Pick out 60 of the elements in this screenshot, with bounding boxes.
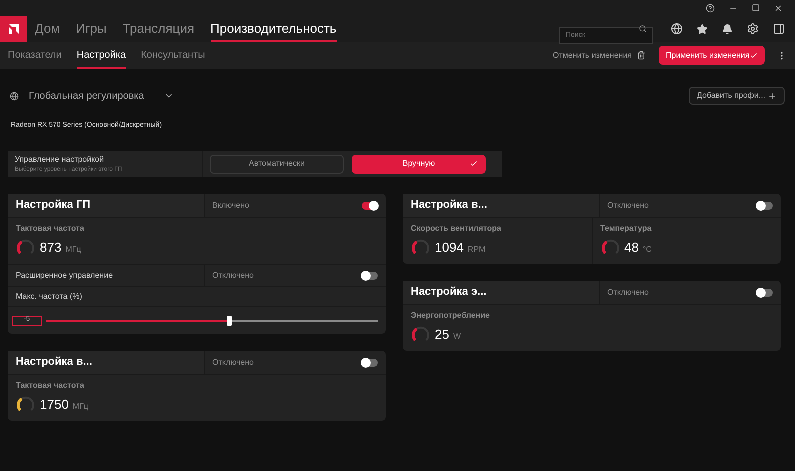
check-icon [470, 160, 478, 168]
toggle-switch[interactable] [362, 272, 378, 280]
toggle-switch[interactable] [757, 288, 773, 296]
nav-tab[interactable]: Трансляция [122, 16, 195, 42]
help-icon[interactable] [706, 4, 715, 12]
globe-icon [10, 92, 19, 100]
card-title: Настройка ГП [16, 198, 91, 214]
card-title: Настройка в... [411, 198, 488, 214]
card-title: Настройка э... [411, 285, 487, 300]
metric-label: Температура [600, 223, 653, 235]
plus-icon [768, 92, 777, 100]
status-label: Отключено [212, 270, 254, 282]
setting-label: Расширенное управление [16, 270, 114, 282]
apply-changes-button[interactable]: Применить изменения [659, 46, 765, 65]
metric-label: Энергопотребление [411, 310, 490, 322]
setting-label: Макс. частота (%) [16, 290, 82, 302]
toggle-switch[interactable] [362, 202, 378, 210]
check-icon [750, 52, 758, 60]
sub-tab[interactable]: Консультанты [141, 42, 206, 69]
metric-value: 1750 [40, 396, 69, 414]
notifications-icon[interactable] [722, 24, 733, 34]
sub-tab[interactable]: Настройка [76, 42, 126, 69]
status-label: Отключено [608, 286, 649, 298]
side-panel-icon[interactable] [773, 23, 785, 35]
metric-unit: °C [642, 244, 652, 256]
status-label: Включено [212, 200, 250, 212]
status-label: Отключено [212, 356, 254, 368]
discard-changes-button[interactable]: Отменить изменения [553, 50, 632, 62]
logo-icon[interactable] [0, 16, 27, 42]
metric-value: 25 [435, 326, 450, 344]
metric-label: Тактовая частота [16, 380, 86, 392]
toggle-switch[interactable] [757, 202, 773, 210]
add-profile-button[interactable]: Добавить профи... [689, 87, 785, 105]
metric-value: 1094 [435, 239, 464, 258]
globe-icon[interactable] [671, 23, 683, 35]
metric-unit: МГц [72, 400, 88, 412]
close-icon[interactable] [774, 4, 783, 12]
profile-dropdown[interactable]: Глобальная регулировка [10, 88, 174, 104]
status-label: Отключено [608, 200, 649, 212]
metric-value: 873 [40, 239, 62, 258]
metric-label: Скорость вентилятора [411, 223, 502, 235]
maximize-icon[interactable] [752, 4, 760, 12]
sub-tab[interactable]: Показатели [8, 42, 62, 69]
settings-icon[interactable] [747, 23, 759, 35]
favorites-icon[interactable] [697, 24, 708, 34]
search-icon [639, 24, 647, 32]
toggle-switch[interactable] [362, 358, 378, 366]
mode-option[interactable]: Автоматически [210, 154, 344, 174]
nav-tab[interactable]: Дом [35, 16, 60, 42]
nav-tab[interactable]: Игры [76, 16, 107, 42]
slider-thumb[interactable] [226, 316, 232, 326]
trash-icon[interactable] [637, 51, 646, 60]
metric-unit: W [453, 330, 462, 342]
card-title: Настройка в... [16, 355, 92, 370]
mode-option[interactable]: Вручную [352, 154, 486, 174]
metric-unit: МГц [66, 244, 82, 256]
setting-title: Управление настройкой [15, 154, 106, 166]
metric-unit: RPM [468, 244, 486, 256]
metric-value: 48 [624, 239, 639, 258]
metric-label: Тактовая частота [16, 223, 84, 235]
